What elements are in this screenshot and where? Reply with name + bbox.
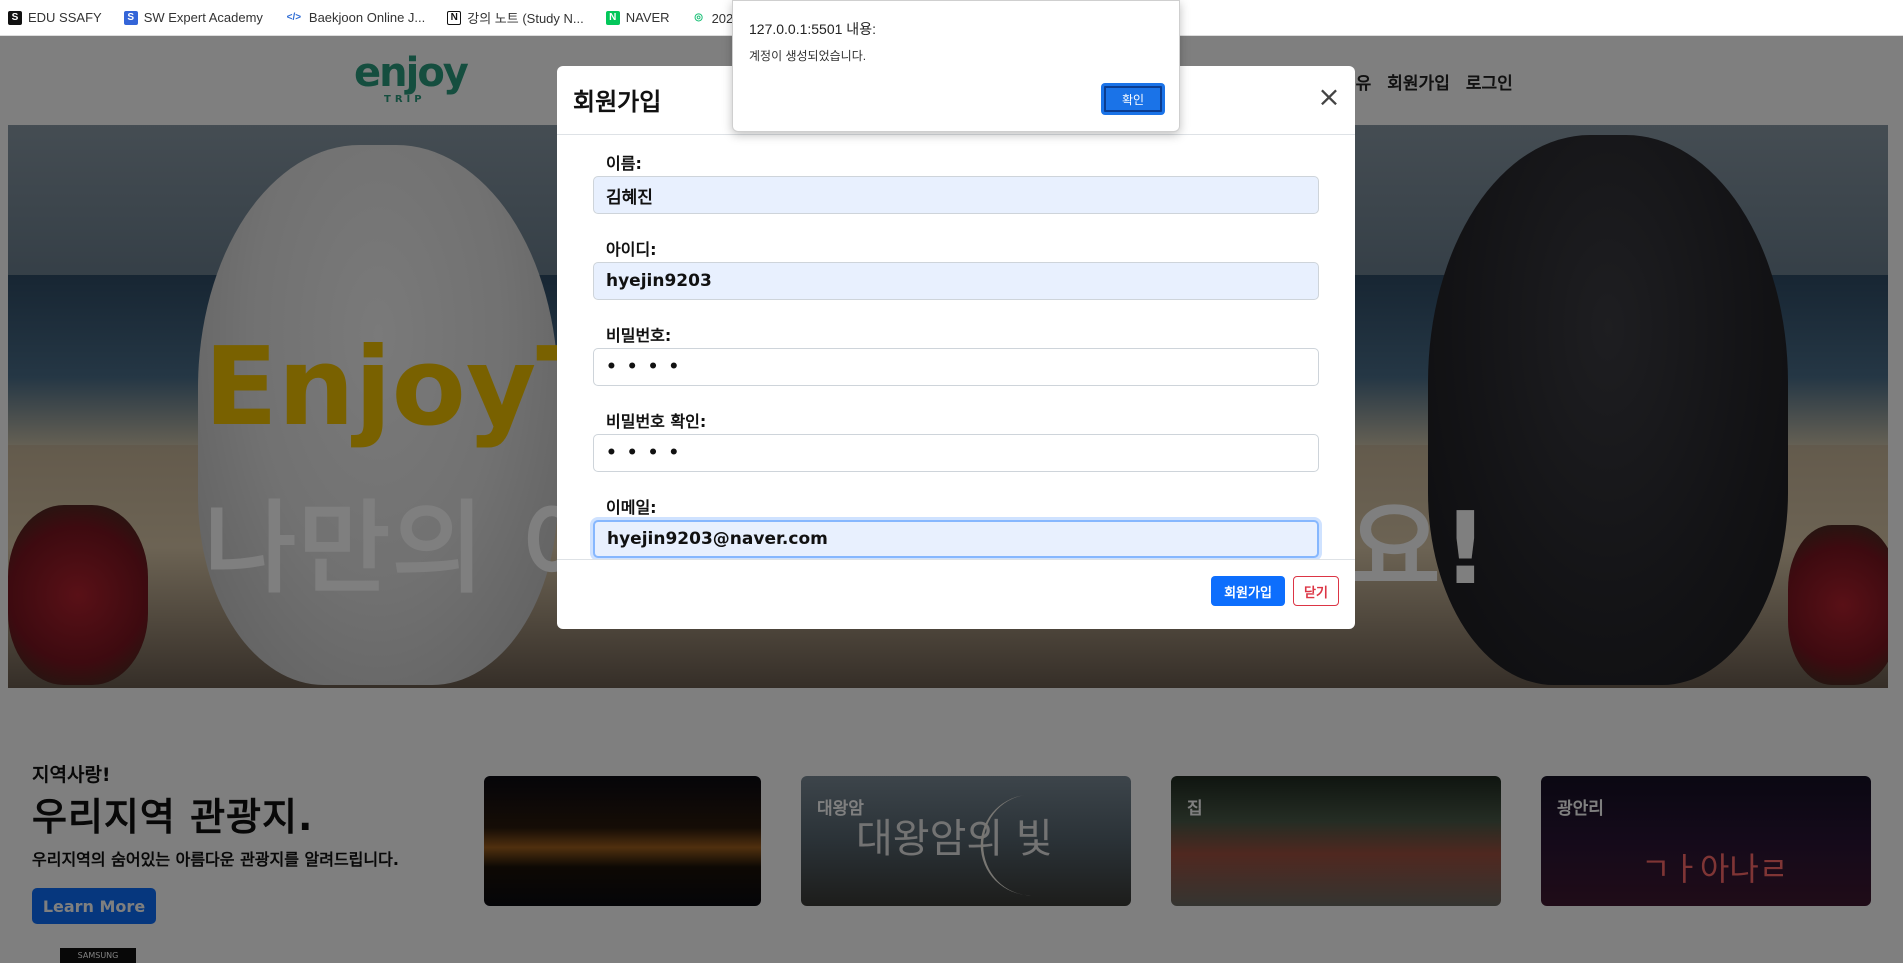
- modal-title: 회원가입: [573, 88, 662, 116]
- password-confirm-label: 비밀번호 확인:: [606, 412, 707, 431]
- email-input[interactable]: hyejin9203@naver.com: [593, 520, 1319, 558]
- bookmark-sw-expert-academy[interactable]: S SW Expert Academy: [123, 10, 263, 25]
- alert-origin: 127.0.0.1:5501 내용:: [749, 21, 876, 37]
- notion-icon: N: [447, 10, 462, 25]
- userid-input[interactable]: hyejin9203: [593, 262, 1319, 300]
- browser-viewport: S EDU SSAFY S SW Expert Academy </> Baek…: [0, 0, 1903, 963]
- bookmark-label: Baekjoon Online J...: [308, 10, 426, 25]
- bookmark-baekjoon[interactable]: </> Baekjoon Online J...: [285, 10, 426, 25]
- bookmark-naver[interactable]: N NAVER: [605, 10, 670, 25]
- name-input[interactable]: 김혜진: [593, 176, 1319, 214]
- password-input[interactable]: • • • •: [593, 348, 1319, 386]
- naver-icon: N: [605, 10, 620, 25]
- bookmark-label: EDU SSAFY: [28, 10, 102, 25]
- signup-modal: 회원가입 × 이름: 김혜진 아이디: hyejin9203 비밀번호: • •…: [557, 66, 1355, 629]
- alert-message: 계정이 생성되었습니다.: [749, 49, 867, 63]
- bookmark-label: 강의 노트 (Study N...: [467, 11, 584, 26]
- alert-ok-button[interactable]: 확인: [1101, 83, 1165, 115]
- inflearn-icon: ◎: [694, 12, 703, 23]
- email-label: 이메일:: [606, 498, 657, 517]
- code-brackets-icon: </>: [286, 12, 302, 23]
- bookmark-label: SW Expert Academy: [143, 10, 263, 25]
- password-label: 비밀번호:: [606, 326, 672, 345]
- bookmark-label: NAVER: [625, 10, 670, 25]
- browser-alert-dialog: 127.0.0.1:5501 내용: 계정이 생성되었습니다. 확인: [732, 0, 1180, 132]
- bookmark-edu-ssafy[interactable]: S EDU SSAFY: [8, 10, 102, 25]
- modal-footer: 회원가입 닫기: [557, 559, 1355, 629]
- signup-submit-button[interactable]: 회원가입: [1211, 576, 1285, 606]
- sw-expert-academy-icon: S: [123, 10, 138, 25]
- password-confirm-input[interactable]: • • • •: [593, 434, 1319, 472]
- close-button[interactable]: 닫기: [1293, 576, 1339, 606]
- edu-ssafy-icon: S: [8, 10, 22, 25]
- userid-label: 아이디:: [606, 240, 657, 259]
- name-label: 이름:: [606, 154, 642, 173]
- modal-body: 이름: 김혜진 아이디: hyejin9203 비밀번호: • • • • 비밀…: [557, 135, 1355, 559]
- bookmark-study-notes[interactable]: N 강의 노트 (Study N...: [447, 8, 584, 27]
- close-icon[interactable]: ×: [1317, 83, 1341, 111]
